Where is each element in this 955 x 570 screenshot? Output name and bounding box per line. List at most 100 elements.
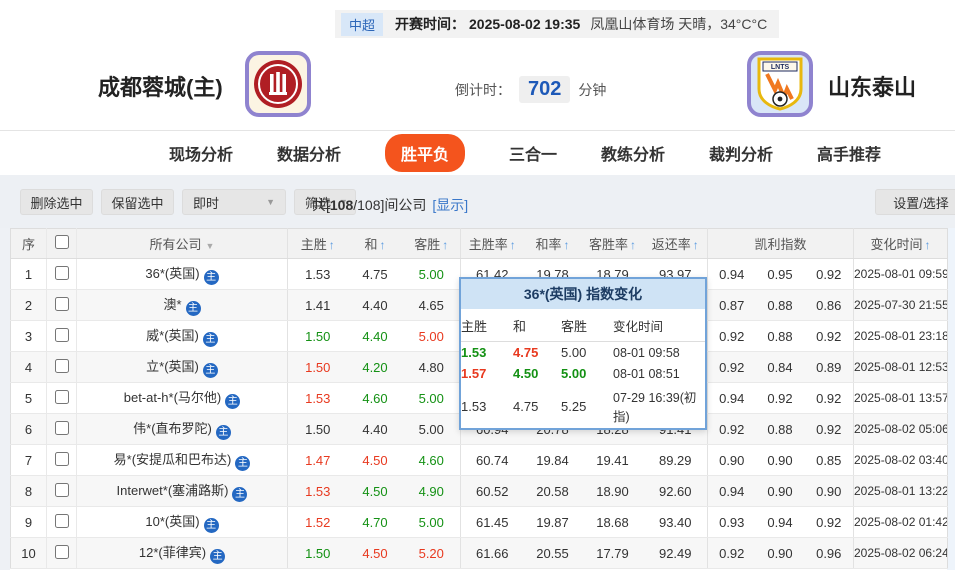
company-name[interactable]: 10*(英国) 主 [76, 506, 288, 538]
row-seq: 6 [10, 413, 47, 445]
header-change-time[interactable]: 变化时间 ↑ [853, 228, 948, 259]
row-checkbox[interactable] [54, 296, 69, 311]
draw-odds[interactable]: 4.50 [347, 444, 403, 476]
home-odds[interactable]: 1.53 [287, 475, 348, 507]
time-filter-dropdown[interactable]: 即时 ▼ [182, 189, 286, 215]
start-time-label: 开赛时间： [395, 16, 466, 32]
home-odds[interactable]: 1.50 [287, 413, 348, 445]
away-odds[interactable]: 5.00 [402, 258, 461, 290]
company-name[interactable]: bet-at-h*(马尔他) 主 [76, 382, 288, 414]
change-time: 2025-07-30 21:55 [853, 289, 948, 321]
row-checkbox[interactable] [54, 389, 69, 404]
company-name[interactable]: 立*(英国) 主 [76, 351, 288, 383]
kelly-index: 0.90 [755, 537, 805, 569]
header-checkbox [46, 228, 77, 259]
return-rate: 89.29 [643, 444, 708, 476]
company-name[interactable]: 36*(英国) 主 [76, 258, 288, 290]
draw-odds[interactable]: 4.40 [347, 289, 403, 321]
kelly-index: 0.92 [707, 351, 756, 383]
draw-odds[interactable]: 4.75 [347, 258, 403, 290]
row-checkbox[interactable] [54, 358, 69, 373]
odds-change-popup: 36*(英国) 指数变化 主胜和客胜 变化时间 1.53 4.75 5.00 08-01 … [459, 277, 707, 430]
row-checkbox[interactable] [54, 544, 69, 559]
draw-odds[interactable]: 4.40 [347, 413, 403, 445]
sort-asc-icon: ↑ [509, 238, 516, 252]
delete-selected-button[interactable]: 删除选中 [20, 189, 93, 215]
toolbar: 删除选中 保留选中 即时 ▼ 筛选 ▼ 共[108/108]间公司 [显示] 设置… [0, 175, 955, 228]
popup-odds-value: 5.00 [561, 366, 587, 381]
draw-odds[interactable]: 4.60 [347, 382, 403, 414]
right-scroll-sliver[interactable] [947, 228, 955, 570]
draw-rate: 19.84 [523, 444, 582, 476]
header-draw-rate[interactable]: 和率 ↑ [523, 228, 582, 259]
header-away-odds[interactable]: 客胜 ↑ [402, 228, 461, 259]
header-seq: 序 [10, 228, 47, 259]
nav-tab[interactable]: 裁判分析 [709, 141, 773, 165]
home-odds[interactable]: 1.53 [287, 258, 348, 290]
draw-odds[interactable]: 4.40 [347, 320, 403, 352]
popup-odds-value: 4.75 [513, 345, 539, 360]
header-return-rate[interactable]: 返还率 ↑ [643, 228, 708, 259]
header-away-rate[interactable]: 客胜率 ↑ [581, 228, 644, 259]
company-name[interactable]: 易*(安提瓜和巴布达) 主 [76, 444, 288, 476]
away-odds[interactable]: 5.00 [402, 320, 461, 352]
draw-odds[interactable]: 4.50 [347, 475, 403, 507]
popup-change-time: 08-01 08:51 [613, 366, 680, 381]
away-odds[interactable]: 5.00 [402, 506, 461, 538]
row-checkbox[interactable] [54, 327, 69, 342]
row-checkbox[interactable] [54, 265, 69, 280]
nav-tab[interactable]: 胜平负 [384, 134, 465, 172]
row-checkbox[interactable] [54, 482, 69, 497]
company-name[interactable]: 澳* 主 [76, 289, 288, 321]
header-draw-odds[interactable]: 和 ↑ [347, 228, 403, 259]
draw-odds[interactable]: 4.20 [347, 351, 403, 383]
home-odds[interactable]: 1.50 [287, 351, 348, 383]
away-odds[interactable]: 4.65 [402, 289, 461, 321]
draw-odds[interactable]: 4.70 [347, 506, 403, 538]
away-odds[interactable]: 4.90 [402, 475, 461, 507]
select-all-checkbox[interactable] [54, 235, 69, 249]
home-odds[interactable]: 1.52 [287, 506, 348, 538]
row-checkbox[interactable] [54, 420, 69, 435]
home-odds[interactable]: 1.53 [287, 382, 348, 414]
header-home-odds[interactable]: 主胜 ↑ [287, 228, 348, 259]
kelly-index: 0.87 [707, 289, 756, 321]
settings-select-button[interactable]: 设置/选择 [875, 189, 955, 215]
header-company[interactable]: 所有公司 ▼ [76, 228, 288, 259]
chevron-down-icon: ▼ [205, 241, 215, 251]
kelly-index: 0.90 [804, 475, 854, 507]
header-home-rate[interactable]: 主胜率 ↑ [460, 228, 524, 259]
away-odds[interactable]: 5.00 [402, 413, 461, 445]
draw-rate: 20.55 [523, 537, 582, 569]
draw-odds[interactable]: 4.50 [347, 537, 403, 569]
kelly-index: 0.92 [755, 382, 805, 414]
row-checkbox[interactable] [54, 513, 69, 528]
company-name[interactable]: 12*(菲律宾) 主 [76, 537, 288, 569]
nav-tab[interactable]: 数据分析 [277, 141, 341, 165]
company-name[interactable]: 威*(英国) 主 [76, 320, 288, 352]
change-time: 2025-08-01 13:57 [853, 382, 948, 414]
show-link[interactable]: [显示] [432, 197, 468, 213]
home-odds[interactable]: 1.41 [287, 289, 348, 321]
kelly-index: 0.94 [707, 258, 756, 290]
nav-tab[interactable]: 教练分析 [601, 141, 665, 165]
keep-selected-button[interactable]: 保留选中 [101, 189, 174, 215]
nav-tab[interactable]: 三合一 [509, 141, 557, 165]
home-odds[interactable]: 1.50 [287, 320, 348, 352]
company-count-suffix: /108]间公司 [353, 197, 427, 213]
company-label: 易*(安提瓜和巴布达) [113, 452, 232, 467]
nav-tab[interactable]: 高手推荐 [817, 141, 881, 165]
home-odds[interactable]: 1.50 [287, 537, 348, 569]
home-odds[interactable]: 1.47 [287, 444, 348, 476]
nav-tab[interactable]: 现场分析 [169, 141, 233, 165]
row-checkbox[interactable] [54, 451, 69, 466]
home-badge-icon: 主 [203, 270, 219, 285]
home-badge-icon: 主 [185, 301, 201, 316]
away-odds[interactable]: 5.20 [402, 537, 461, 569]
away-odds[interactable]: 5.00 [402, 382, 461, 414]
company-name[interactable]: 伟*(直布罗陀) 主 [76, 413, 288, 445]
kelly-index: 0.92 [707, 537, 756, 569]
away-odds[interactable]: 4.80 [402, 351, 461, 383]
company-name[interactable]: Interwet*(塞浦路斯) 主 [76, 475, 288, 507]
away-odds[interactable]: 4.60 [402, 444, 461, 476]
